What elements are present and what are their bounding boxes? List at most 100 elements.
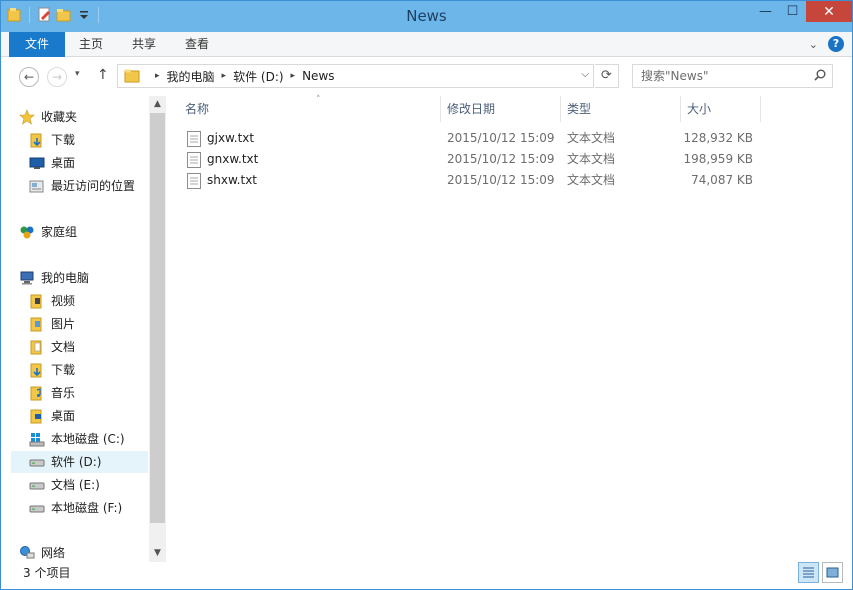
back-button[interactable]: ← xyxy=(19,67,39,87)
music-folder-icon xyxy=(29,385,45,401)
column-header-label: 名称 xyxy=(185,102,210,116)
tab-view[interactable]: 查看 xyxy=(173,32,221,57)
table-row[interactable]: gjxw.txt 2015/10/12 15:09 文本文档 128,932 K… xyxy=(181,128,781,149)
sidebar-item-drive-f[interactable]: 本地磁盘 (F:) xyxy=(29,497,169,519)
computer-icon xyxy=(19,270,35,286)
text-file-icon xyxy=(187,130,201,147)
file-type: 文本文档 xyxy=(567,173,616,187)
navpane-scrollbar[interactable]: ▲ ▼ xyxy=(149,96,166,562)
address-bar[interactable]: ▸ 我的电脑 ▸ 软件 (D:) ▸ News ⌵ xyxy=(117,64,594,88)
text-file-icon xyxy=(187,151,201,168)
system-drive-icon xyxy=(29,431,45,447)
sidebar-item-label: 我的电脑 xyxy=(41,271,90,285)
sidebar-item-drive-c[interactable]: 本地磁盘 (C:) xyxy=(29,428,169,450)
sidebar-item-network[interactable]: 网络 xyxy=(19,542,159,564)
file-type: 文本文档 xyxy=(567,152,616,166)
breadcrumb-separator[interactable]: ▸ xyxy=(291,71,296,81)
column-header-size[interactable]: 大小 xyxy=(681,96,761,122)
sidebar-item-label: 文档 (E:) xyxy=(51,478,100,492)
pictures-folder-icon xyxy=(29,316,45,332)
explorer-window: News — ☐ ✕ 文件 主页 共享 查看 ⌄ ? ← → ▾ ↑ ▸ 我的电… xyxy=(0,0,853,590)
quick-access-toolbar xyxy=(7,7,101,23)
new-folder-icon[interactable] xyxy=(56,7,72,23)
properties-folder-icon[interactable] xyxy=(7,7,23,23)
search-icon[interactable] xyxy=(814,69,826,81)
minimize-button[interactable]: — xyxy=(752,1,779,22)
file-type: 文本文档 xyxy=(567,131,616,145)
scrollbar-thumb[interactable] xyxy=(150,113,165,523)
file-date: 2015/10/12 15:09 xyxy=(447,173,555,187)
tab-share[interactable]: 共享 xyxy=(120,32,168,57)
breadcrumb-item-computer[interactable]: 我的电脑 xyxy=(167,68,215,85)
sidebar-item-desktop[interactable]: 桌面 xyxy=(29,152,169,174)
network-icon xyxy=(19,545,35,561)
sidebar-item-documents[interactable]: 文档 xyxy=(29,336,169,358)
star-icon xyxy=(19,109,35,125)
large-icons-view-button[interactable] xyxy=(822,562,843,583)
expand-ribbon-icon[interactable]: ⌄ xyxy=(809,38,818,51)
videos-folder-icon xyxy=(29,293,45,309)
table-row[interactable]: gnxw.txt 2015/10/12 15:09 文本文档 198,959 K… xyxy=(181,149,781,170)
file-name-cell: gjxw.txt xyxy=(187,128,254,149)
tab-home[interactable]: 主页 xyxy=(67,32,115,57)
file-size: 128,932 KB xyxy=(683,131,753,145)
file-name: shxw.txt xyxy=(207,173,257,187)
ribbon-tabs: 文件 主页 共享 查看 ⌄ ? xyxy=(1,32,852,57)
column-header-date[interactable]: 修改日期 xyxy=(441,96,561,122)
sidebar-item-recent-places[interactable]: 最近访问的位置 xyxy=(29,175,169,197)
navigation-pane: 收藏夹 下载 桌面 最近访问的位置 家庭组 我的电脑 视频 图片 文档 下载 音… xyxy=(1,96,166,562)
column-header-name[interactable]: 名称 ˄ xyxy=(179,95,441,122)
drive-icon xyxy=(29,454,45,470)
sidebar-item-music[interactable]: 音乐 xyxy=(29,382,169,404)
window-title: News xyxy=(406,7,447,25)
close-button[interactable]: ✕ xyxy=(806,1,852,22)
refresh-button[interactable]: ⟳ xyxy=(595,64,619,88)
downloads-folder-icon xyxy=(29,132,45,148)
sidebar-item-drive-d[interactable]: 软件 (D:) xyxy=(11,451,148,473)
customize-dropdown-icon[interactable] xyxy=(76,7,92,23)
desktop-icon xyxy=(29,155,45,171)
sidebar-item-homegroup[interactable]: 家庭组 xyxy=(19,221,159,243)
new-note-icon[interactable] xyxy=(36,7,52,23)
search-box[interactable] xyxy=(632,64,833,88)
scroll-down-icon[interactable]: ▼ xyxy=(149,545,166,562)
sidebar-item-desktop-2[interactable]: 桌面 xyxy=(29,405,169,427)
navigation-bar: ← → ▾ ↑ ▸ 我的电脑 ▸ 软件 (D:) ▸ News ⌵ ⟳ xyxy=(1,58,852,96)
details-view-button[interactable] xyxy=(798,562,819,583)
forward-button[interactable]: → xyxy=(47,67,67,87)
sidebar-item-downloads[interactable]: 下载 xyxy=(29,129,169,151)
recent-locations-dropdown[interactable]: ▾ xyxy=(75,69,80,79)
file-size: 198,959 KB xyxy=(683,152,753,166)
breadcrumb-item-drive-d[interactable]: 软件 (D:) xyxy=(233,68,283,85)
column-header-type[interactable]: 类型 xyxy=(561,96,681,122)
tab-file[interactable]: 文件 xyxy=(9,32,65,57)
sidebar-item-computer[interactable]: 我的电脑 xyxy=(19,267,159,289)
scroll-up-icon[interactable]: ▲ xyxy=(149,96,166,113)
breadcrumb-item-news[interactable]: News xyxy=(302,69,334,83)
sidebar-item-label: 网络 xyxy=(41,546,66,560)
sidebar-item-label: 文档 xyxy=(51,340,76,354)
sidebar-item-drive-e[interactable]: 文档 (E:) xyxy=(29,474,169,496)
item-count: 3 个项目 xyxy=(23,566,71,580)
file-size: 74,087 KB xyxy=(691,173,753,187)
help-icon[interactable]: ? xyxy=(828,36,844,52)
details-view-icon xyxy=(803,567,814,578)
text-file-icon xyxy=(187,172,201,189)
sidebar-item-pictures[interactable]: 图片 xyxy=(29,313,169,335)
documents-folder-icon xyxy=(29,339,45,355)
search-input[interactable] xyxy=(641,69,801,83)
breadcrumb-separator[interactable]: ▸ xyxy=(155,71,160,81)
sidebar-item-videos[interactable]: 视频 xyxy=(29,290,169,312)
breadcrumb-separator[interactable]: ▸ xyxy=(222,71,227,81)
file-name: gjxw.txt xyxy=(207,131,255,145)
sidebar-item-favorites[interactable]: 收藏夹 xyxy=(19,106,159,128)
address-dropdown-icon[interactable]: ⌵ xyxy=(581,69,589,80)
desktop-folder-icon xyxy=(29,408,45,424)
sidebar-item-label: 桌面 xyxy=(51,409,76,423)
qat-separator xyxy=(98,7,99,23)
table-row[interactable]: shxw.txt 2015/10/12 15:09 文本文档 74,087 KB xyxy=(181,170,781,191)
up-button[interactable]: ↑ xyxy=(97,67,109,83)
sidebar-item-downloads-2[interactable]: 下载 xyxy=(29,359,169,381)
maximize-button[interactable]: ☐ xyxy=(779,1,806,22)
sidebar-item-label: 桌面 xyxy=(51,156,76,170)
